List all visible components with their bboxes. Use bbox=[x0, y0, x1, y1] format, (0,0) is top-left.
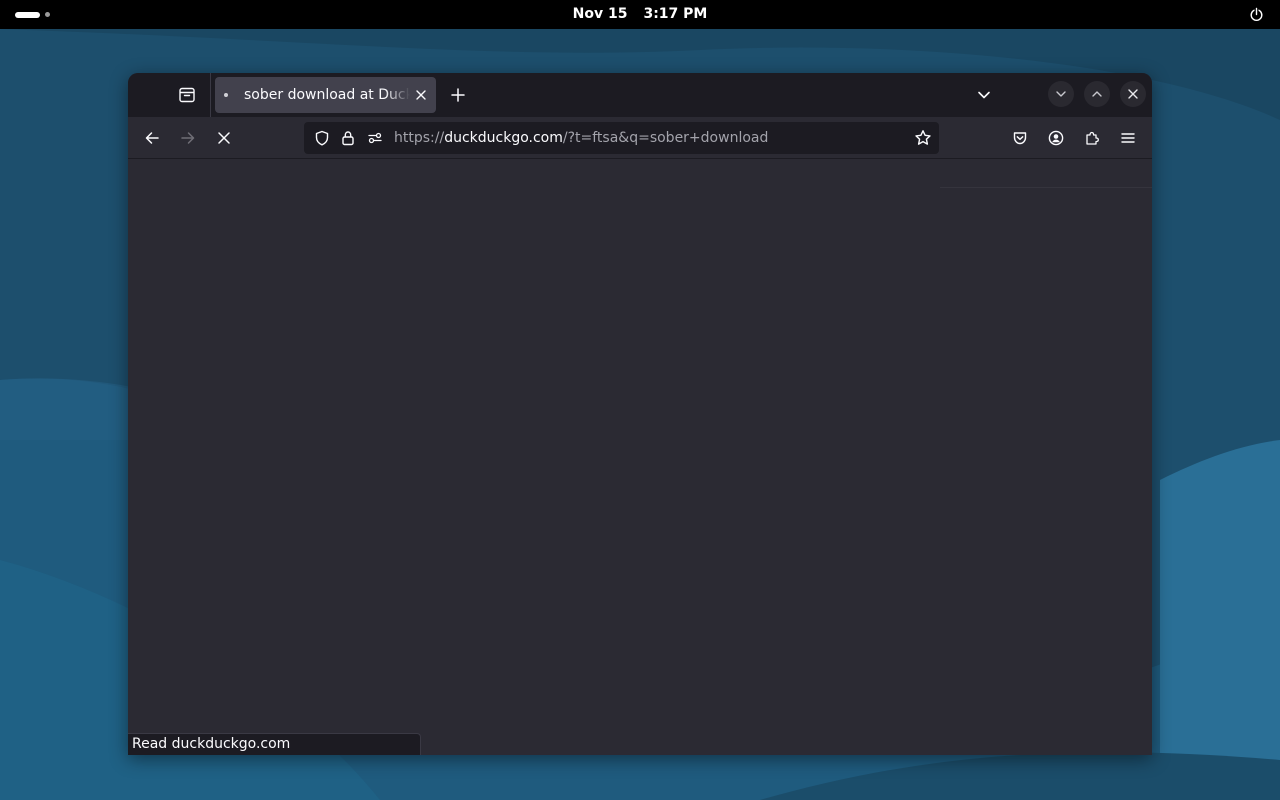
site-identity-button[interactable] bbox=[334, 124, 362, 152]
page-content[interactable]: Read duckduckgo.com bbox=[128, 160, 1152, 755]
close-icon bbox=[217, 131, 231, 145]
forward-button[interactable] bbox=[174, 124, 202, 152]
extensions-button[interactable] bbox=[1078, 124, 1106, 152]
power-icon[interactable] bbox=[1249, 7, 1264, 22]
clock-time: 3:17 PM bbox=[643, 6, 708, 22]
tab-title: sober download at DuckDuckGo bbox=[244, 87, 410, 103]
clock[interactable]: Nov 15 3:17 PM bbox=[0, 6, 1280, 22]
url-host: duckduckgo.com bbox=[444, 130, 563, 146]
content-divider bbox=[940, 187, 1152, 188]
lock-icon bbox=[340, 130, 356, 146]
window-close-button[interactable] bbox=[1120, 81, 1146, 107]
maximize-button[interactable] bbox=[1084, 81, 1110, 107]
arrow-left-icon bbox=[144, 130, 160, 146]
list-all-tabs-button[interactable] bbox=[970, 81, 998, 109]
tab-active[interactable]: sober download at DuckDuckGo bbox=[215, 77, 436, 113]
plus-icon bbox=[451, 88, 465, 102]
account-icon bbox=[1048, 130, 1064, 146]
bookmark-button[interactable] bbox=[909, 124, 937, 152]
hamburger-menu-icon bbox=[1120, 130, 1136, 146]
tab-groups-button[interactable] bbox=[173, 81, 201, 109]
permissions-button[interactable] bbox=[361, 124, 389, 152]
pocket-icon bbox=[1012, 130, 1028, 146]
tab-separator bbox=[210, 73, 211, 117]
chevron-down-icon bbox=[1055, 88, 1067, 100]
status-panel: Read duckduckgo.com bbox=[128, 733, 421, 755]
url-text[interactable]: https://duckduckgo.com/?t=ftsa&q=sober+d… bbox=[394, 130, 768, 146]
url-path: /?t=ftsa&q=sober+download bbox=[562, 130, 769, 146]
puzzle-icon bbox=[1084, 130, 1100, 146]
back-button[interactable] bbox=[138, 124, 166, 152]
star-icon bbox=[914, 129, 932, 147]
arrow-right-icon bbox=[180, 130, 196, 146]
app-menu-button[interactable] bbox=[1114, 124, 1142, 152]
stop-loading-button[interactable] bbox=[210, 124, 238, 152]
permissions-icon bbox=[367, 130, 383, 146]
tab-bar: sober download at DuckDuckGo bbox=[128, 73, 1152, 117]
clock-date: Nov 15 bbox=[572, 6, 628, 22]
firefox-view-icon bbox=[178, 86, 196, 104]
top-bar: Nov 15 3:17 PM bbox=[0, 0, 1280, 29]
new-tab-button[interactable] bbox=[444, 81, 472, 109]
browser-window: sober download at DuckDuckGo bbox=[128, 73, 1152, 755]
navigation-toolbar: https://duckduckgo.com/?t=ftsa&q=sober+d… bbox=[128, 117, 1152, 159]
url-bar[interactable]: https://duckduckgo.com/?t=ftsa&q=sober+d… bbox=[304, 122, 939, 154]
loading-favicon-icon bbox=[224, 93, 228, 97]
close-icon bbox=[416, 90, 426, 100]
shield-icon bbox=[314, 130, 330, 146]
account-button[interactable] bbox=[1042, 124, 1070, 152]
pocket-button[interactable] bbox=[1006, 124, 1034, 152]
chevron-down-icon bbox=[977, 88, 991, 102]
close-icon bbox=[1127, 88, 1139, 100]
minimize-button[interactable] bbox=[1048, 81, 1074, 107]
tab-close-button[interactable] bbox=[412, 86, 430, 104]
tracking-protection-button[interactable] bbox=[308, 124, 336, 152]
chevron-up-icon bbox=[1091, 88, 1103, 100]
url-prefix: https:// bbox=[394, 130, 445, 146]
